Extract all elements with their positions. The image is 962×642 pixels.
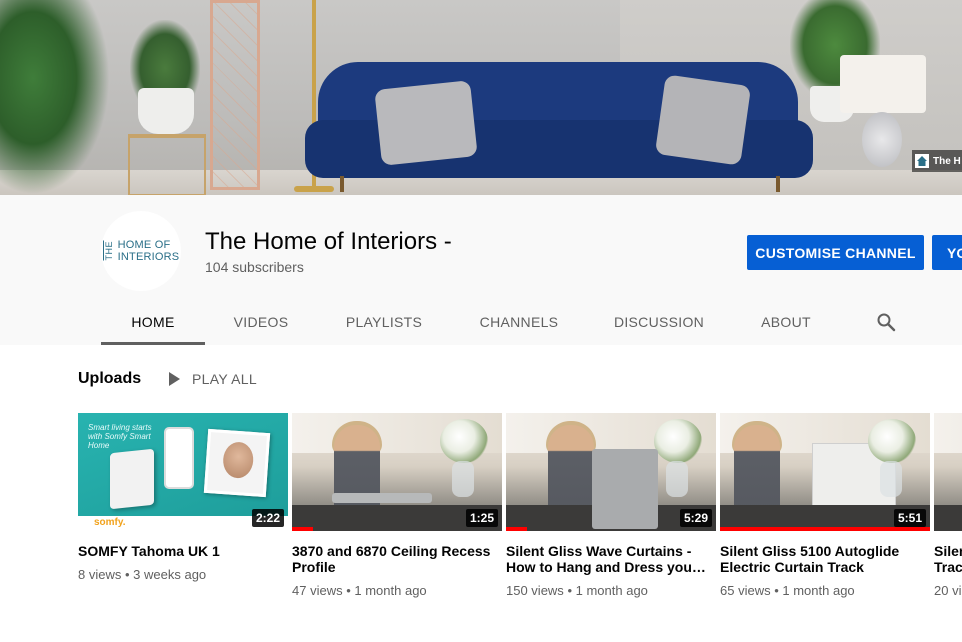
channel-logo: THE HOME OF INTERIORS — [102, 239, 180, 263]
video-duration: 5:51 — [893, 509, 926, 527]
video-thumbnail[interactable]: 1:25 — [292, 413, 502, 531]
meta-separator: • — [124, 567, 130, 582]
play-all-label: PLAY ALL — [192, 371, 257, 387]
thumbnail-flowers — [440, 419, 488, 463]
tab-playlists[interactable]: PLAYLISTS — [317, 299, 451, 345]
video-meta: 20 views — [934, 583, 962, 598]
customise-channel-button[interactable]: CUSTOMISE CHANNEL — [747, 235, 924, 270]
home-icon — [915, 154, 929, 168]
video-title[interactable]: Silent Gliss Wave Curtains Track — [934, 543, 962, 575]
tab-discussion[interactable]: DISCUSSION — [587, 299, 731, 345]
channel-tabs: HOME VIDEOS PLAYLISTS CHANNELS DISCUSSIO… — [101, 299, 841, 345]
video-thumbnail[interactable] — [934, 413, 962, 531]
channel-name: The Home of Interiors - — [205, 228, 452, 255]
video-views: 47 views — [292, 583, 343, 598]
video-title[interactable]: 3870 and 6870 Ceiling Recess Profile — [292, 543, 502, 575]
play-icon — [169, 372, 180, 386]
banner-floor-lamp-base — [294, 186, 334, 192]
logo-the: THE — [102, 241, 116, 261]
video-duration: 2:22 — [251, 509, 284, 527]
channel-avatar[interactable]: THE HOME OF INTERIORS — [101, 211, 181, 291]
uploads-shelf: Smart living starts with Somfy Smart Hom… — [78, 413, 962, 613]
video-thumbnail[interactable]: 5:51 — [720, 413, 930, 531]
video-views: 20 views — [934, 583, 962, 598]
video-title[interactable]: Silent Gliss 5100 Autoglide Electric Cur… — [720, 543, 930, 575]
thumbnail-phone — [164, 427, 194, 489]
thumbnail-tagline: Smart living starts with Somfy Smart Hom… — [88, 423, 152, 450]
video-views: 65 views — [720, 583, 771, 598]
video-duration: 1:25 — [465, 509, 498, 527]
thumbnail-vase — [880, 461, 902, 497]
thumbnail-window — [934, 413, 962, 453]
thumbnail-flowers — [654, 419, 702, 463]
video-meta: 47 views • 1 month ago — [292, 583, 502, 598]
banner-table-lamp-shade — [840, 55, 926, 113]
watch-progress-bar — [720, 527, 930, 531]
video-age: 3 weeks ago — [133, 567, 207, 582]
logo-line2: INTERIORS — [117, 251, 180, 263]
thumbnail-flowers — [868, 419, 916, 463]
banner-wall-frame — [210, 0, 260, 190]
banner-plant-stand — [128, 134, 206, 195]
thumbnail-table — [934, 505, 962, 531]
thumbnail-profile-rail — [332, 493, 432, 503]
youtube-studio-button[interactable]: YO — [932, 235, 962, 270]
video-card[interactable]: 1:25 3870 and 6870 Ceiling Recess Profil… — [292, 413, 502, 598]
thumbnail-vase — [452, 461, 474, 497]
search-icon — [877, 313, 896, 332]
thumbnail-curtain — [592, 449, 658, 529]
watch-progress-bar — [292, 527, 313, 531]
thumbnail-face — [221, 441, 255, 480]
thumbnail-vase — [666, 461, 688, 497]
video-age: 1 month ago — [575, 583, 648, 598]
meta-separator: • — [346, 583, 351, 598]
video-card[interactable]: Smart living starts with Somfy Smart Hom… — [78, 413, 288, 582]
video-card[interactable]: 5:29 Silent Gliss Wave Curtains - How to… — [506, 413, 716, 598]
video-meta: 8 views • 3 weeks ago — [78, 567, 288, 582]
video-thumbnail[interactable]: 5:29 — [506, 413, 716, 531]
video-duration: 5:29 — [679, 509, 712, 527]
video-age: 1 month ago — [782, 583, 855, 598]
banner-pillow — [654, 74, 752, 166]
video-views: 8 views — [78, 567, 122, 582]
video-thumbnail[interactable]: Smart living starts with Somfy Smart Hom… — [78, 413, 288, 531]
somfy-logo: somfy. — [94, 517, 126, 528]
banner-pot — [138, 88, 194, 134]
subscriber-count: 104 subscribers — [205, 259, 304, 275]
channel-header: THE HOME OF INTERIORS The Home of Interi… — [0, 195, 962, 345]
watch-progress-bar — [506, 527, 527, 531]
channel-banner: The H — [0, 0, 962, 195]
banner-plant — [0, 0, 110, 195]
meta-separator: • — [774, 583, 779, 598]
uploads-shelf-header: Uploads PLAY ALL — [78, 368, 257, 390]
tab-home[interactable]: HOME — [101, 299, 205, 345]
thumbnail-photo — [203, 428, 271, 498]
uploads-title[interactable]: Uploads — [78, 370, 141, 388]
video-card[interactable]: 5:51 Silent Gliss 5100 Autoglide Electri… — [720, 413, 930, 598]
thumbnail-device — [110, 448, 154, 510]
banner-watermark-text: The H — [933, 155, 961, 167]
tab-about[interactable]: ABOUT — [731, 299, 841, 345]
video-title[interactable]: SOMFY Tahoma UK 1 — [78, 543, 288, 559]
video-card[interactable]: Silent Gliss Wave Curtains Track 20 view… — [934, 413, 962, 598]
banner-table-lamp-body — [862, 112, 902, 167]
banner-pillow — [374, 80, 478, 166]
play-all-button[interactable]: PLAY ALL — [168, 368, 257, 390]
video-views: 150 views — [506, 583, 564, 598]
channel-search-button[interactable] — [876, 312, 896, 332]
logo-name: HOME OF INTERIORS — [118, 239, 180, 263]
banner-watermark-link[interactable]: The H — [912, 150, 962, 172]
video-age: 1 month ago — [354, 583, 427, 598]
meta-separator: • — [567, 583, 572, 598]
logo-line1: HOME OF — [117, 239, 171, 251]
tab-videos[interactable]: VIDEOS — [205, 299, 317, 345]
tab-channels[interactable]: CHANNELS — [451, 299, 587, 345]
video-meta: 150 views • 1 month ago — [506, 583, 716, 598]
banner-sofa-legs — [340, 176, 780, 192]
video-title[interactable]: Silent Gliss Wave Curtains - How to Hang… — [506, 543, 716, 575]
video-meta: 65 views • 1 month ago — [720, 583, 930, 598]
